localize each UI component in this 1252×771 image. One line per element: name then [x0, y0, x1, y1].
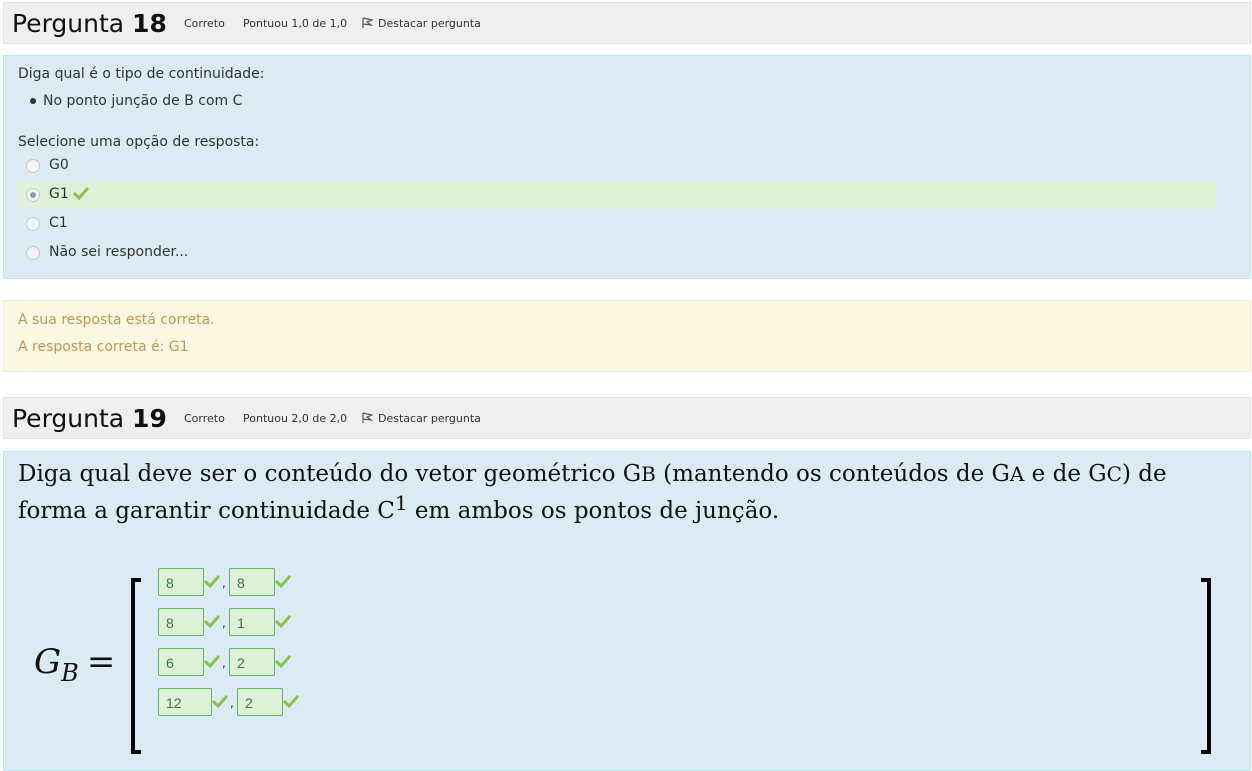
question-title: Pergunta 19 — [12, 404, 167, 433]
check-icon — [283, 694, 299, 708]
vector-input-1-2[interactable]: 8 — [229, 568, 275, 596]
question-number: 19 — [132, 404, 167, 433]
radio-c1[interactable] — [26, 217, 40, 231]
option-label: Não sei responder... — [49, 244, 189, 260]
text-part: (mantendo os conteúdos de G — [655, 461, 1010, 487]
text-part: em ambos os pontos de junção. — [407, 498, 780, 524]
check-icon — [275, 574, 291, 588]
feedback-box: A sua resposta está correta. A resposta … — [3, 300, 1251, 372]
check-icon — [204, 574, 220, 588]
vector-input-3-1[interactable]: 6 — [158, 648, 204, 676]
radio-g0[interactable] — [26, 159, 40, 173]
question-text: Diga qual é o tipo de continuidade: — [18, 66, 265, 82]
option-c1[interactable]: C1 — [18, 210, 1216, 238]
matrix-label: GB = — [34, 642, 115, 687]
score-text: Pontuou 2,0 de 2,0 — [243, 412, 348, 425]
status-text: Correto — [184, 17, 225, 30]
vector-input-2-1[interactable]: 8 — [158, 608, 204, 636]
text-superscript: 1 — [394, 491, 408, 515]
option-nao-sei[interactable]: Não sei responder... — [18, 239, 1216, 267]
feedback-result: A sua resposta está correta. — [18, 312, 215, 328]
flag-question-link[interactable]: Destacar pergunta — [362, 412, 481, 425]
score-text: Pontuou 1,0 de 1,0 — [243, 17, 348, 30]
question-19-header: Pergunta 19 Correto Pontuou 2,0 de 2,0 D… — [3, 397, 1251, 439]
comma-separator: , — [222, 576, 226, 590]
comma-separator: , — [230, 696, 234, 710]
bullet-text: No ponto junção de B com C — [43, 93, 243, 109]
option-label: G0 — [49, 157, 69, 173]
check-icon — [204, 654, 220, 668]
text-subscript: C — [1106, 462, 1122, 486]
check-icon — [73, 186, 90, 200]
check-icon — [204, 614, 220, 628]
left-bracket — [131, 578, 141, 754]
matrix-label-letter: G — [34, 642, 62, 682]
radio-g1[interactable] — [26, 188, 40, 202]
text-part: Diga qual deve ser o conteúdo do vetor g… — [18, 461, 642, 487]
comma-separator: , — [222, 616, 226, 630]
text-subscript: B — [641, 462, 656, 486]
option-g1[interactable]: G1 — [18, 181, 1216, 209]
comma-separator: , — [222, 656, 226, 670]
flag-icon — [362, 17, 373, 28]
text-part: e de G — [1024, 461, 1107, 487]
matrix-label-subscript: B — [61, 659, 79, 687]
option-label: C1 — [49, 215, 68, 231]
question-text: Diga qual deve ser o conteúdo do vetor g… — [18, 460, 1228, 526]
question-label: Pergunta — [12, 9, 125, 38]
right-bracket — [1201, 578, 1211, 754]
question-19-formulation: Diga qual deve ser o conteúdo do vetor g… — [3, 451, 1251, 771]
flag-question-link[interactable]: Destacar pergunta — [362, 17, 481, 30]
flag-label: Destacar pergunta — [378, 412, 481, 425]
feedback-answer: A resposta correta é: G1 — [18, 339, 189, 355]
radio-nao-sei[interactable] — [26, 246, 40, 260]
check-icon — [212, 694, 228, 708]
text-subscript: A — [1009, 462, 1025, 486]
question-18-header: Pergunta 18 Correto Pontuou 1,0 de 1,0 D… — [3, 2, 1251, 44]
vector-input-4-1[interactable]: 12 — [158, 688, 212, 716]
flag-icon — [362, 412, 373, 423]
vector-input-2-2[interactable]: 1 — [229, 608, 275, 636]
status-text: Correto — [184, 412, 225, 425]
vector-input-4-2[interactable]: 2 — [237, 688, 283, 716]
question-number: 18 — [132, 9, 167, 38]
check-icon — [275, 654, 291, 668]
equals-sign: = — [86, 642, 116, 682]
check-icon — [275, 614, 291, 628]
option-label: G1 — [49, 186, 69, 202]
answer-prompt: Selecione uma opção de resposta: — [18, 134, 260, 150]
question-title: Pergunta 18 — [12, 9, 167, 38]
question-label: Pergunta — [12, 404, 125, 433]
vector-input-1-1[interactable]: 8 — [158, 568, 204, 596]
option-g0[interactable]: G0 — [18, 152, 1216, 180]
vector-input-3-2[interactable]: 2 — [229, 648, 275, 676]
question-18-formulation: Diga qual é o tipo de continuidade: No p… — [3, 55, 1251, 279]
bullet-icon — [30, 98, 36, 104]
flag-label: Destacar pergunta — [378, 17, 481, 30]
option-label-wrap: G1 — [49, 186, 90, 202]
